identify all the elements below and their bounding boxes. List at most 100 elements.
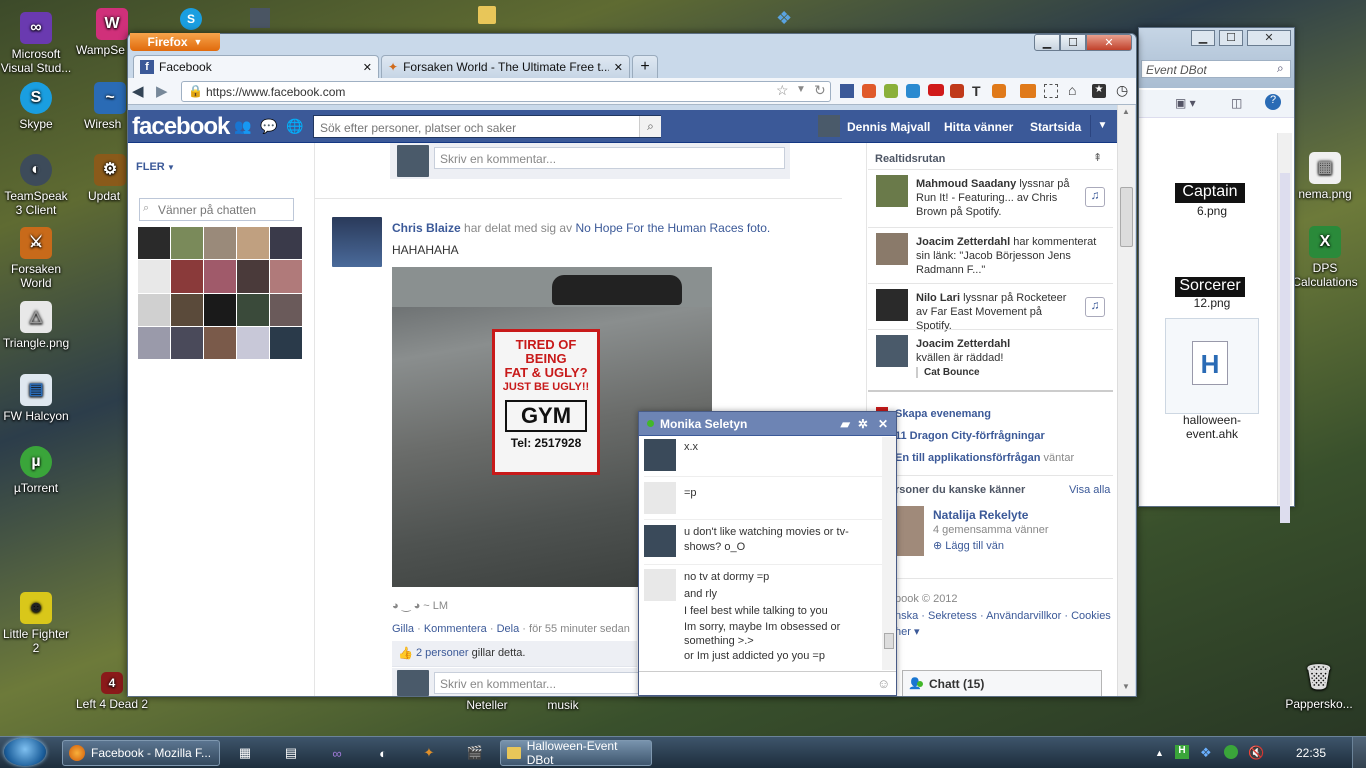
friend-avatar[interactable] <box>270 260 302 293</box>
like-link[interactable]: Gilla <box>392 623 414 635</box>
file-halloween-selected[interactable]: H <box>1165 318 1259 414</box>
post-author-avatar[interactable] <box>332 217 382 267</box>
addon-icon[interactable] <box>992 84 1006 98</box>
taskbar-explorer[interactable]: Halloween-Event DBot <box>500 739 652 767</box>
explorer-search-input[interactable]: Event DBot <box>1141 60 1291 78</box>
addon-icon[interactable] <box>862 84 876 98</box>
desktop-icon-recycle-bin[interactable]: 🗑 Papperskо... <box>1278 662 1360 712</box>
friend-avatar[interactable] <box>237 326 269 359</box>
maximize-button[interactable]: ☐ <box>1219 30 1243 46</box>
film-icon[interactable]: 🎬 <box>464 742 486 764</box>
account-menu-button[interactable]: ▼ <box>1090 115 1114 137</box>
more-footer-link[interactable]: ner ▾ <box>895 625 919 638</box>
desktop-icon-visual-studio[interactable]: ∞ Microsoft Visual Stud... <box>0 12 72 75</box>
ticker-item[interactable]: Joacim Zetterdahl kvällen är räddad! Cat … <box>868 331 1113 387</box>
user-avatar[interactable] <box>818 115 840 137</box>
file-captain-thumb[interactable]: Captain <box>1175 183 1245 203</box>
minimize-button[interactable]: ▁ <box>1191 30 1215 46</box>
see-all-link[interactable]: Visa alla <box>1069 484 1110 496</box>
scroll-thumb[interactable] <box>1280 173 1290 523</box>
friend-avatar[interactable] <box>171 293 203 326</box>
screenshot-icon[interactable] <box>1044 84 1058 98</box>
desktop-icon-update[interactable]: ⚙ Updat <box>88 154 128 203</box>
desktop-icon-teamspeak[interactable]: ◐ TeamSpeak 3 Client <box>0 154 72 217</box>
desktop-icon-wamp[interactable]: W WampSe <box>76 8 130 57</box>
create-event-link[interactable]: Skapa evenemang <box>895 408 991 420</box>
video-call-icon[interactable]: ▰ <box>841 417 850 431</box>
show-desktop-button[interactable] <box>1352 737 1366 768</box>
close-tab-icon[interactable]: ✕ <box>614 61 623 74</box>
maximize-button[interactable]: ☐ <box>1060 34 1086 51</box>
bookmarks-icon[interactable]: ★ <box>1092 84 1106 98</box>
friend-avatar[interactable] <box>138 260 170 293</box>
add-friend-link[interactable]: ⊕ Lägg till vän <box>933 539 1004 552</box>
home-icon[interactable]: ⌂ <box>1068 82 1076 98</box>
firefox-menu-button[interactable]: Firefox ▼ <box>130 33 220 51</box>
file-sorcerer-thumb[interactable]: Sorcerer <box>1175 277 1245 297</box>
desktop-icon-utorrent[interactable]: µ µTorrent <box>0 446 72 495</box>
file-sorcerer-label[interactable]: 12.png <box>1177 296 1247 310</box>
friend-avatar[interactable] <box>237 260 269 293</box>
history-dropdown-icon[interactable]: ▼ <box>796 84 806 95</box>
messages-icon[interactable]: 💬 <box>260 118 277 135</box>
friend-avatar[interactable] <box>171 227 203 260</box>
calculator-icon[interactable]: ▦ <box>234 742 256 764</box>
dragon-city-requests-link[interactable]: 11 Dragon City-förfrågningar <box>895 430 1045 442</box>
friend-requests-icon[interactable]: 👥 <box>234 118 251 135</box>
friend-avatar[interactable] <box>138 326 170 359</box>
chat-input[interactable] <box>639 671 896 695</box>
friend-avatar[interactable] <box>204 260 236 293</box>
find-friends-link[interactable]: Hitta vänner <box>944 120 1013 134</box>
dropbox-tray-icon[interactable]: ❖ <box>1200 745 1212 761</box>
forward-icon[interactable]: ▶ <box>156 82 168 100</box>
friend-avatar[interactable] <box>171 326 203 359</box>
skype-icon[interactable]: S <box>180 8 202 30</box>
folder-icon[interactable] <box>478 6 496 24</box>
clock-icon[interactable]: ◷ <box>1116 82 1128 99</box>
app-requests-link[interactable]: En till applikationsförfrågan <box>895 452 1040 464</box>
file-halloween-label[interactable]: halloween-event.ahk <box>1159 413 1265 441</box>
windows-icon[interactable] <box>906 84 920 98</box>
close-chat-icon[interactable]: ✕ <box>878 417 888 431</box>
volume-muted-icon[interactable]: 🔇 <box>1248 745 1264 761</box>
friend-avatar[interactable] <box>270 227 302 260</box>
desktop-icon-neteller[interactable]: Neteller <box>452 698 522 712</box>
tab-forsaken-world[interactable]: ✦ Forsaken World - The Ultimate Free t..… <box>381 55 630 78</box>
friend-avatar[interactable] <box>270 326 302 359</box>
help-icon[interactable]: ? <box>1265 94 1281 110</box>
friend-avatar[interactable] <box>204 326 236 359</box>
youtube-icon[interactable] <box>928 84 944 96</box>
desktop-icon-triangle[interactable]: △ Triangle.png <box>0 301 72 350</box>
post-source-link[interactable]: No Hope For the Human Races foto. <box>575 221 770 235</box>
explorer-scrollbar[interactable] <box>1277 133 1292 523</box>
ticker-collapse-icon[interactable]: ⇞ <box>1093 151 1102 164</box>
music-icon[interactable]: ♫ <box>1085 187 1105 207</box>
desktop-icon-dps[interactable]: X DPS Calculations <box>1290 226 1360 289</box>
notifications-icon[interactable]: 🌐 <box>286 118 303 135</box>
translate-icon[interactable]: T <box>972 83 981 99</box>
url-bar[interactable]: https://www.facebook.com <box>181 81 831 102</box>
desktop-icon-little-fighter[interactable]: ☻ Little Fighter 2 <box>0 592 72 655</box>
scroll-up-icon[interactable]: ▲ <box>1122 107 1130 116</box>
bookmark-star-icon[interactable]: ☆ <box>776 82 789 99</box>
friend-avatar[interactable] <box>270 293 302 326</box>
desktop-icon-wireshark[interactable]: ~ Wiresh <box>84 82 128 131</box>
close-button[interactable]: ✕ <box>1247 30 1291 46</box>
reload-icon[interactable]: ↻ <box>814 82 826 99</box>
suggestion-name[interactable]: Natalija Rekelyte <box>933 508 1028 522</box>
app-icon[interactable] <box>250 8 270 28</box>
profile-link[interactable]: Dennis Majvall <box>847 120 930 134</box>
ticker-item[interactable]: Joacim Zetterdahl har kommenterat sin lä… <box>868 229 1113 285</box>
music-icon[interactable]: ♫ <box>1085 297 1105 317</box>
chat-bar[interactable]: Chatt (15) <box>902 670 1102 696</box>
notepad-icon[interactable]: ▤ <box>280 742 302 764</box>
share-link[interactable]: Dela <box>497 623 520 635</box>
start-button[interactable] <box>4 738 46 766</box>
footer-links[interactable]: nska · Sekretess · Användarvillkor · Coo… <box>895 610 1117 634</box>
dropbox-icon[interactable]: ❖ <box>776 8 798 28</box>
browser-scrollbar[interactable]: ▲ ▼ <box>1117 105 1135 696</box>
friend-avatar[interactable] <box>204 227 236 260</box>
comment-input[interactable]: Skriv en kommentar... <box>434 147 785 169</box>
chat-scrollbar[interactable] <box>882 437 896 670</box>
mutual-friends[interactable]: 4 gemensamma vänner <box>933 524 1049 536</box>
